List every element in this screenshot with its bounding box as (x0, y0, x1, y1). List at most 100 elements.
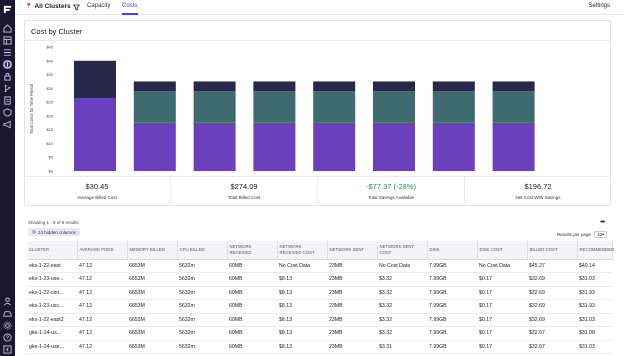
table-row[interactable]: eks-1-22-cen... 47.12 6653M 5632m 60MB $8.13 2… (27, 286, 612, 300)
y-tick-label: $25 (46, 100, 53, 105)
filter-icon[interactable] (73, 4, 80, 11)
column-header[interactable]: NETWORK SENT (327, 241, 378, 260)
bar-segment[interactable] (492, 91, 535, 123)
settings-link[interactable]: Settings (588, 3, 610, 9)
bar-segment[interactable] (313, 81, 356, 92)
column-header[interactable]: NETWORK SENT COST (377, 241, 428, 260)
table-row[interactable]: eks-1-23-use... 47.12 6653M 5632m 60MB $8.13 2… (27, 272, 612, 287)
user-icon[interactable] (3, 297, 12, 306)
column-header[interactable]: DISK (427, 241, 478, 260)
table-cell: eks-1-23-usc... (27, 299, 77, 314)
table-cell: 23MB (327, 299, 377, 314)
column-header[interactable]: MEMORY BILLED (127, 241, 178, 260)
table-cell: 47.12 (77, 259, 127, 273)
table-cell: 60MB (227, 259, 277, 273)
bar-segment[interactable] (253, 91, 296, 123)
bar-segment[interactable] (373, 122, 415, 171)
column-header[interactable]: NETWORK RECEIVED COST (277, 241, 328, 260)
bar-segment[interactable] (253, 122, 296, 171)
stat-total-savings: -$77.37 (-28%) Total Savings Available (318, 177, 465, 206)
table-cell: 5632m (177, 299, 227, 314)
megaphone-icon[interactable] (3, 120, 12, 129)
bar-segment[interactable] (373, 91, 415, 123)
column-header[interactable]: NETWORK RECEIVED (227, 241, 278, 260)
table-row[interactable]: eks-1-23-usc... 47.12 6653M 5632m 60MB $8.13 2… (27, 299, 612, 314)
y-tick-label: $10 (46, 141, 53, 146)
bar-segment[interactable] (193, 91, 236, 123)
help-icon[interactable] (3, 333, 12, 342)
table-cell: $45.27 (527, 259, 577, 273)
bar-segment[interactable] (253, 81, 296, 92)
cost-icon[interactable] (3, 60, 12, 69)
tab-capacity[interactable]: Capacity (87, 3, 110, 9)
bar-segment[interactable] (313, 91, 356, 123)
bar-segment[interactable] (133, 81, 176, 92)
bar-segment[interactable] (432, 91, 475, 123)
table-cell: $31.93 (577, 299, 612, 314)
rows-per-page-select[interactable]: 10 ▾ (594, 231, 608, 238)
cluster-selector[interactable]: 📍 All Clusters (25, 3, 71, 10)
bar-segment[interactable] (432, 81, 475, 92)
car-icon[interactable] (3, 309, 12, 318)
table-row[interactable]: gke-1-24-use... 47.12 6653M 5632m 60MB $8.13 2… (27, 340, 612, 354)
bar-segment[interactable] (492, 122, 535, 171)
y-tick-label: $15 (46, 127, 53, 132)
table-cell: No Cost Data (277, 259, 327, 273)
bar-segment[interactable] (492, 81, 535, 92)
table-cell: 47.12 (77, 299, 127, 314)
collapse-icon[interactable] (3, 345, 12, 354)
bar-segment[interactable] (373, 81, 415, 92)
shield-icon[interactable] (3, 108, 12, 117)
table-cell: $3.31 (377, 340, 427, 354)
bar-segment[interactable] (193, 81, 236, 92)
table-cell: 47.12 (77, 326, 127, 341)
cost-table: CLUSTER AVERAGE PODS MEMORY BILLED CPU BILL… (27, 241, 614, 354)
column-header[interactable]: DISK COST (477, 241, 528, 260)
column-header[interactable]: CLUSTER (27, 241, 78, 260)
table-cell: 6653M (127, 259, 177, 273)
branch-icon[interactable] (3, 84, 12, 93)
report-icon[interactable] (3, 96, 12, 105)
list-icon[interactable] (3, 48, 12, 57)
table-cell: 60MB (227, 299, 277, 314)
bar-segment[interactable] (313, 122, 356, 171)
table-row[interactable]: eks-1-22-east2 47.12 6653M 5632m 60MB $8.13 23… (27, 313, 612, 327)
table-cell: $3.32 (377, 272, 427, 287)
bar-segment[interactable] (133, 91, 176, 123)
table-cell: 47.12 (77, 313, 127, 327)
table-cell: 23MB (327, 286, 377, 300)
column-header[interactable]: CPU BILLED (177, 241, 228, 260)
table-row[interactable]: gke-1-24-us... 47.12 6653M 5632m 60MB $8.13 23… (27, 326, 612, 341)
y-tick-label: $30 (46, 86, 53, 91)
lock-icon[interactable] (3, 72, 12, 81)
table-cell: 7.99GB (427, 272, 477, 287)
more-options-icon[interactable]: ••• (600, 219, 605, 226)
bar-segment[interactable] (74, 60, 116, 98)
bar-segment[interactable] (133, 122, 176, 171)
table-cell: $8.13 (277, 340, 327, 354)
dashboard-icon[interactable] (3, 36, 12, 45)
column-header[interactable]: AVERAGE PODS (77, 241, 128, 260)
table-cell: No Cost Data (377, 259, 427, 273)
table-cell: 6653M (127, 326, 177, 341)
table-row[interactable]: eks-1-22-east 47.12 6653M 5632m 60MB No Cost … (27, 259, 612, 273)
fairwinds-logo-icon[interactable] (3, 5, 12, 14)
table-cell: 6653M (127, 313, 177, 327)
stat-value: $274.09 (230, 182, 258, 191)
settings-icon[interactable] (3, 321, 12, 330)
table-cell: 23MB (327, 340, 377, 354)
tab-costs[interactable]: Costs (122, 3, 137, 9)
column-header[interactable]: RECOMMENDED (577, 241, 614, 260)
stat-value: $30.45 (85, 182, 109, 191)
bar-segment[interactable] (432, 122, 475, 171)
table-cell: gke-1-24-use... (27, 340, 77, 354)
hidden-columns-button[interactable]: ◎ 24 hidden columns (28, 228, 80, 236)
table-cell: 23MB (327, 272, 377, 287)
table-cell: 47.12 (77, 286, 127, 300)
table-cell: 47.12 (77, 340, 127, 354)
bar-segment[interactable] (193, 122, 236, 171)
column-header[interactable]: BILLED COST (527, 241, 578, 260)
table-cell: 60MB (227, 272, 277, 287)
bar-segment[interactable] (74, 97, 116, 171)
home-icon[interactable] (3, 24, 12, 33)
